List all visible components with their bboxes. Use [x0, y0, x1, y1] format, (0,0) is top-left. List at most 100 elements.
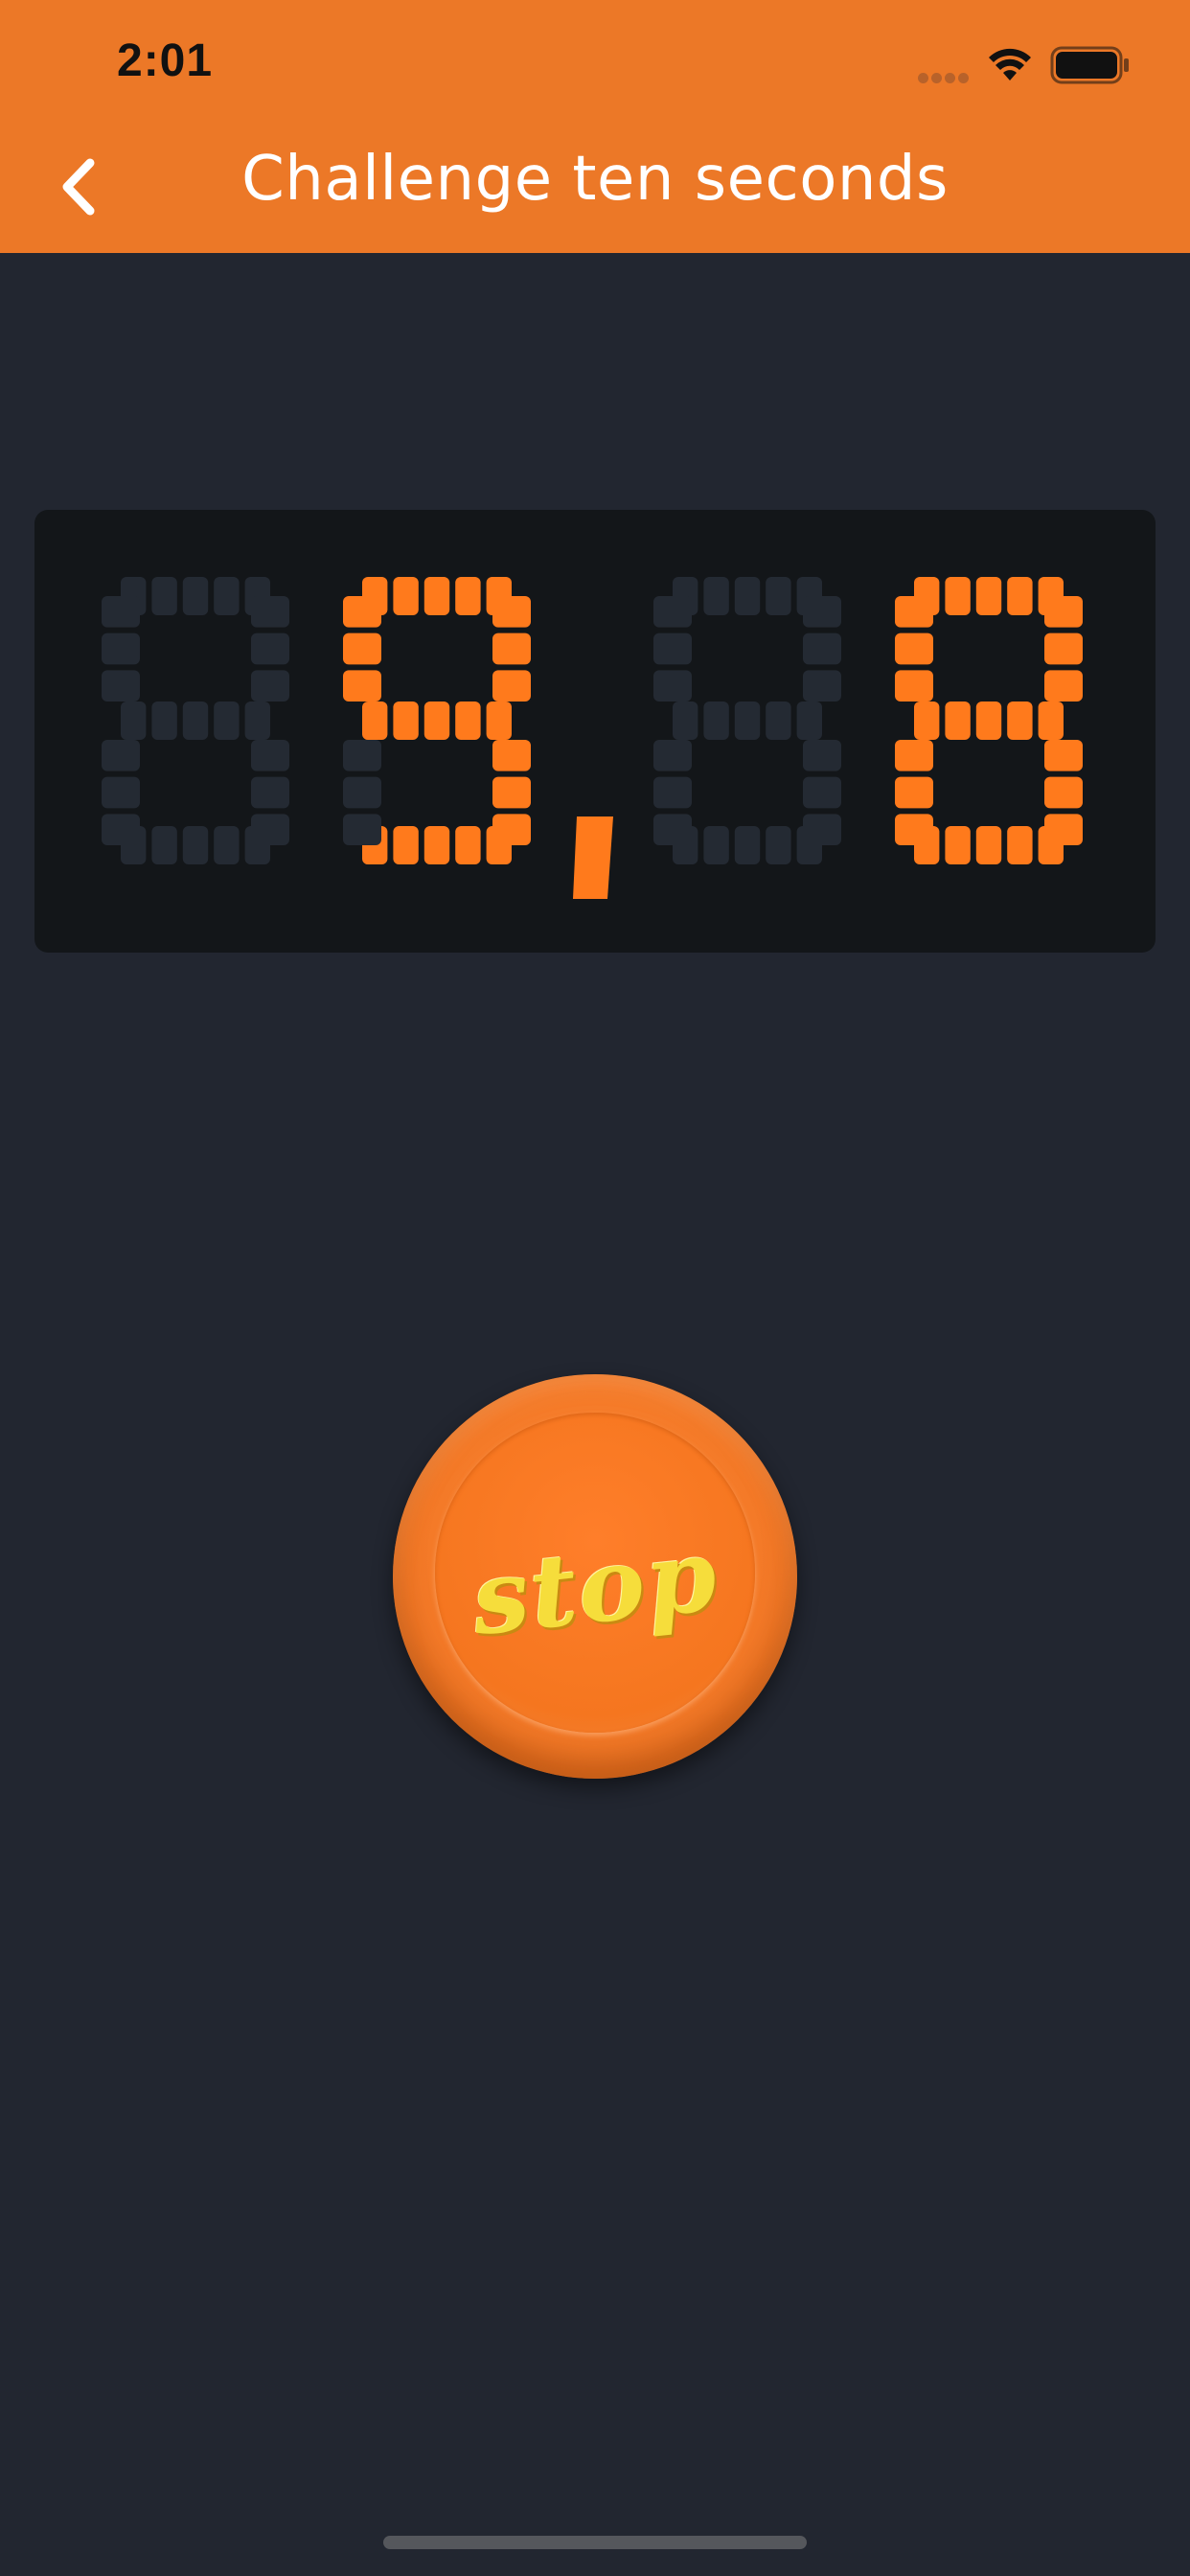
header-bar: 2:01 Challenge ten seconds	[0, 0, 1190, 253]
digit-segment	[251, 776, 289, 809]
digit-segment	[423, 826, 450, 864]
digit-segment	[102, 776, 140, 809]
digit-segment	[1038, 702, 1064, 740]
digit-segment	[455, 702, 481, 740]
digit-segment	[343, 670, 381, 702]
digit-segment	[486, 702, 512, 740]
digit-segment	[653, 776, 692, 809]
stop-label: stop	[466, 1514, 724, 1659]
digit-segment	[102, 814, 140, 845]
digit-segment	[803, 632, 841, 665]
digit-segment	[673, 702, 698, 740]
battery-icon	[1050, 46, 1129, 84]
digit-segment	[734, 577, 761, 615]
digit-segment	[1044, 814, 1083, 845]
digit-segment	[945, 702, 971, 740]
digit-segment	[102, 632, 140, 665]
digit-segment	[214, 826, 240, 864]
digit-segment	[653, 740, 692, 771]
digit-segment	[653, 632, 692, 665]
digit-segment	[895, 670, 933, 702]
digit-segment	[244, 702, 270, 740]
status-time: 2:01	[117, 35, 214, 86]
digit-segment	[1007, 826, 1033, 864]
digit-segment	[734, 702, 761, 740]
wifi-icon	[989, 48, 1031, 80]
digit-segment	[343, 740, 381, 771]
digit-segment	[914, 702, 940, 740]
digit-segment	[151, 826, 177, 864]
digit-segment	[362, 702, 388, 740]
digit-segment	[1044, 740, 1083, 771]
digit-segment	[423, 702, 450, 740]
digit-segment	[251, 670, 289, 702]
digit-segment	[653, 596, 692, 628]
digit-segment	[895, 814, 933, 845]
digit-segment	[251, 596, 289, 628]
timer-display	[34, 510, 1156, 953]
home-indicator[interactable]	[383, 2536, 807, 2549]
digit-segment	[796, 702, 822, 740]
digit-segment	[895, 740, 933, 771]
digit-segment	[214, 702, 240, 740]
digit-segment	[423, 577, 450, 615]
digit-segment	[703, 577, 729, 615]
digit-segment	[975, 702, 1002, 740]
timer-separator	[573, 816, 613, 899]
digit-segment	[214, 577, 240, 615]
digit-segment	[102, 670, 140, 702]
digit-segment	[975, 826, 1002, 864]
digit-segment	[251, 632, 289, 665]
digit-segment	[1007, 702, 1033, 740]
digit-segment	[492, 596, 531, 628]
stop-button-face: stop	[435, 1413, 755, 1733]
digit-segment	[343, 814, 381, 845]
digit-segment	[703, 702, 729, 740]
digit-segment	[343, 596, 381, 628]
digit-segment	[734, 826, 761, 864]
digit-segment	[703, 826, 729, 864]
digit-segment	[492, 740, 531, 771]
digit-segment	[393, 702, 419, 740]
digit-segment	[803, 776, 841, 809]
digit-segment	[1044, 670, 1083, 702]
digit-segment	[1044, 596, 1083, 628]
digit-segment	[766, 702, 791, 740]
cellular-signal-icon	[918, 48, 975, 86]
digit-segment	[182, 826, 209, 864]
digit-segment	[492, 776, 531, 809]
digit-segment	[1007, 577, 1033, 615]
digit-segment	[343, 632, 381, 665]
digit-segment	[803, 670, 841, 702]
digit-segment	[803, 740, 841, 771]
digit-segment	[1044, 776, 1083, 809]
digit-segment	[653, 670, 692, 702]
digit-segment	[393, 577, 419, 615]
digit-segment	[1044, 632, 1083, 665]
digit-segment	[766, 577, 791, 615]
digit-segment	[102, 596, 140, 628]
timer-digits	[102, 577, 1083, 899]
digit-segment	[343, 776, 381, 809]
page-title: Challenge ten seconds	[241, 144, 949, 215]
digit-segment	[975, 577, 1002, 615]
digit-segment	[895, 632, 933, 665]
digit-segment	[121, 702, 147, 740]
digit-segment	[945, 826, 971, 864]
stop-button[interactable]: stop	[393, 1374, 797, 1779]
digit-segment	[102, 740, 140, 771]
digit-segment	[653, 814, 692, 845]
digit-segment	[182, 702, 209, 740]
digit-segment	[766, 826, 791, 864]
digit-segment	[492, 814, 531, 845]
digit-segment	[151, 577, 177, 615]
digit-segment	[945, 577, 971, 615]
digit-segment	[251, 814, 289, 845]
digit-segment	[455, 826, 481, 864]
digit-segment	[492, 632, 531, 665]
digit-segment	[492, 670, 531, 702]
digit-segment	[803, 596, 841, 628]
digit-segment	[895, 776, 933, 809]
digit-segment	[393, 826, 419, 864]
digit-segment	[251, 740, 289, 771]
